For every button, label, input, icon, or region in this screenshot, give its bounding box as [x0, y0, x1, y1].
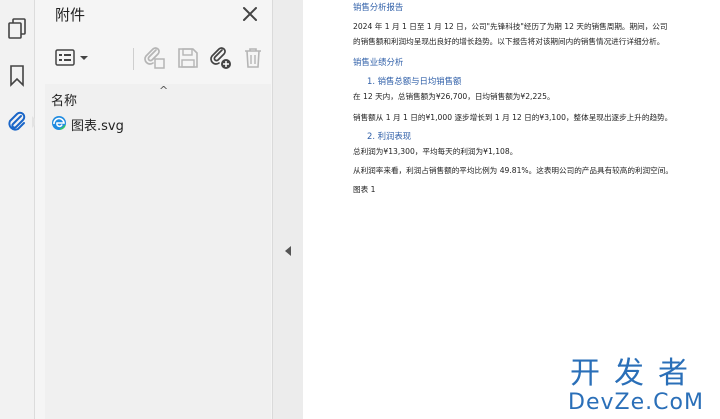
document-page: 销售分析报告 2024 年 1 月 1 日至 1 月 12 日，公司"先锋科技"… — [353, 0, 673, 201]
options-menu-button[interactable] — [54, 44, 90, 72]
list-options-icon — [55, 49, 88, 66]
file-name: 图表.svg — [71, 119, 124, 134]
paragraph-sales-total: 在 12 天内，总销售额为¥26,700，日均销售额为¥2,225。 — [353, 92, 555, 101]
pages-icon — [8, 18, 26, 39]
sort-ascending-icon: ^ — [159, 84, 169, 97]
watermark-chinese: 开发者 — [570, 356, 702, 391]
pages-thumbnail-button[interactable] — [2, 14, 32, 44]
delete-attachment-button[interactable] — [240, 44, 266, 72]
close-icon — [243, 7, 257, 21]
edge-browser-icon — [52, 116, 66, 130]
bookmarks-button[interactable] — [2, 61, 32, 91]
paragraph-profit-margin: 从利润率来看，利润占销售额的平均比例为 49.81%。这表明公司的产品具有较高的… — [353, 166, 673, 175]
list-item[interactable]: 图表.svg — [45, 112, 271, 134]
paragraph-sales-trend: 销售额从 1 月 1 日的¥1,000 逐步增长到 1 月 12 日的¥3,10… — [353, 113, 673, 122]
save-icon — [178, 48, 198, 68]
panel-title: 附件 — [55, 6, 86, 24]
panel-splitter[interactable] — [273, 0, 303, 419]
section-heading: 销售业绩分析 — [353, 57, 404, 67]
column-header-name[interactable]: 名称 ^ — [45, 84, 271, 109]
collapse-arrow-icon[interactable] — [285, 246, 291, 256]
subsection-heading-2: 2. 利润表现 — [367, 131, 412, 141]
open-attachment-icon — [144, 47, 165, 69]
attachments-button[interactable] — [2, 107, 38, 137]
save-attachment-button[interactable] — [174, 44, 202, 72]
toolbar-divider — [133, 48, 134, 70]
add-attachment-icon — [210, 47, 231, 69]
attachment-icon — [8, 111, 26, 131]
subsection-heading-1: 1. 销售总额与日均销售额 — [367, 76, 462, 86]
document-view: 销售分析报告 2024 年 1 月 1 日至 1 月 12 日，公司"先锋科技"… — [303, 0, 720, 419]
close-panel-button[interactable] — [240, 4, 260, 24]
open-attachment-button[interactable] — [140, 44, 168, 72]
intro-paragraph: 2024 年 1 月 1 日至 1 月 12 日，公司"先锋科技"经历了为期 1… — [353, 22, 668, 46]
attachments-toolbar — [50, 44, 270, 72]
watermark-english: DevZe.CoM — [568, 390, 704, 415]
site-watermark: 开发者 DevZe.CoM — [558, 357, 714, 415]
figure-caption: 图表 1 — [353, 185, 376, 194]
navigation-rail — [0, 0, 38, 419]
bookmark-icon — [10, 65, 24, 87]
column-name-label: 名称 — [51, 94, 78, 109]
attachments-panel: 附件 名称 ^ 图表.svg — [35, 0, 273, 419]
document-title: 销售分析报告 — [353, 2, 404, 12]
trash-icon — [245, 48, 261, 68]
add-attachment-button[interactable] — [206, 44, 234, 72]
paragraph-profit-total: 总利润为¥13,300，平均每天的利润为¥1,108。 — [353, 147, 518, 156]
attachments-list: 名称 ^ 图表.svg — [45, 84, 271, 419]
